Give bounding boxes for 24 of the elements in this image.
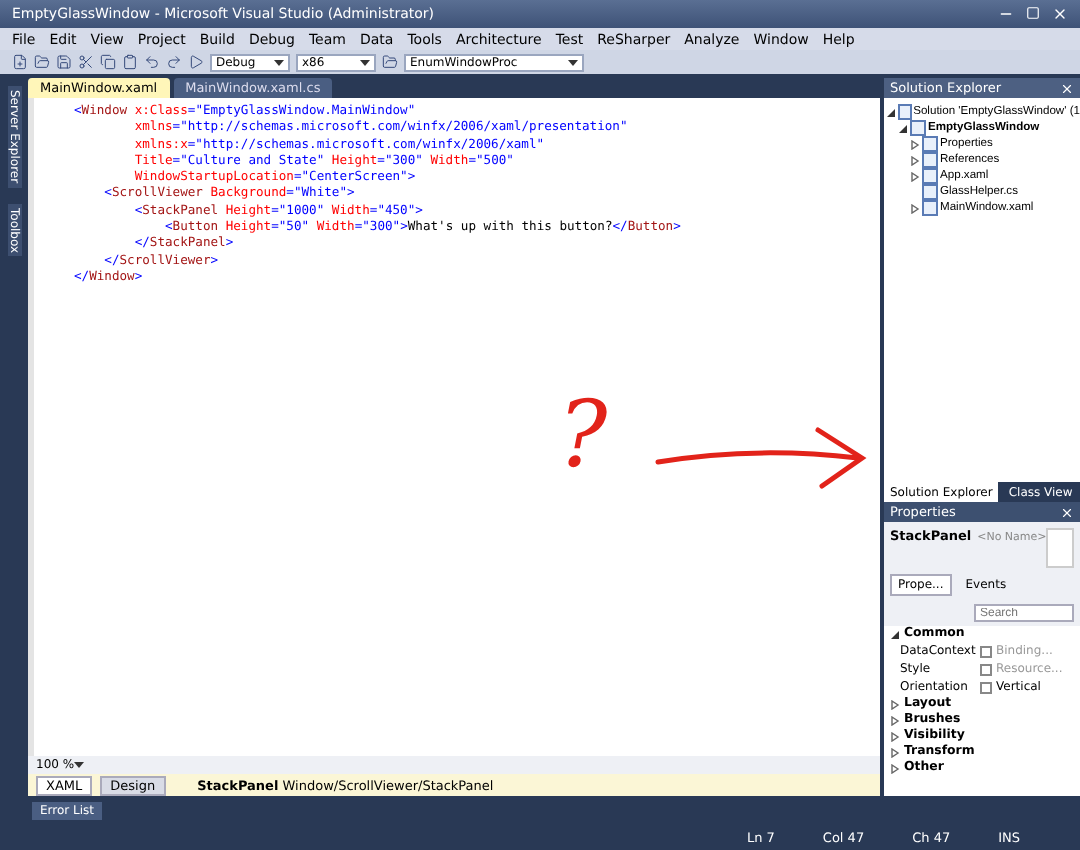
folder-icon[interactable]: [34, 54, 50, 70]
marker-icon[interactable]: [980, 663, 992, 675]
preview-thumbnail: [1046, 528, 1074, 568]
close-icon[interactable]: [1060, 81, 1074, 95]
folder-icon[interactable]: [382, 54, 398, 70]
redo-icon[interactable]: [166, 54, 182, 70]
undo-icon[interactable]: [144, 54, 160, 70]
close-icon[interactable]: [1060, 505, 1074, 519]
collapsed-caret-icon[interactable]: [910, 203, 920, 213]
save-icon[interactable]: [56, 54, 72, 70]
dropdown-caret-icon[interactable]: [568, 57, 578, 67]
copy-icon[interactable]: [100, 54, 116, 70]
dropdown-caret-icon[interactable]: [74, 760, 85, 770]
cut-icon[interactable]: [78, 54, 94, 70]
play-icon[interactable]: [188, 54, 204, 70]
new-file-icon[interactable]: [12, 54, 28, 70]
marker-icon[interactable]: [980, 645, 992, 657]
dropdown-caret-icon[interactable]: [360, 57, 370, 67]
maximize-icon[interactable]: [1026, 6, 1040, 20]
paste-icon[interactable]: [122, 54, 138, 70]
close-icon[interactable]: [1052, 6, 1068, 22]
dropdown-caret-icon[interactable]: [274, 57, 284, 67]
question-mark: ?: [558, 388, 608, 480]
marker-icon[interactable]: [980, 681, 992, 693]
